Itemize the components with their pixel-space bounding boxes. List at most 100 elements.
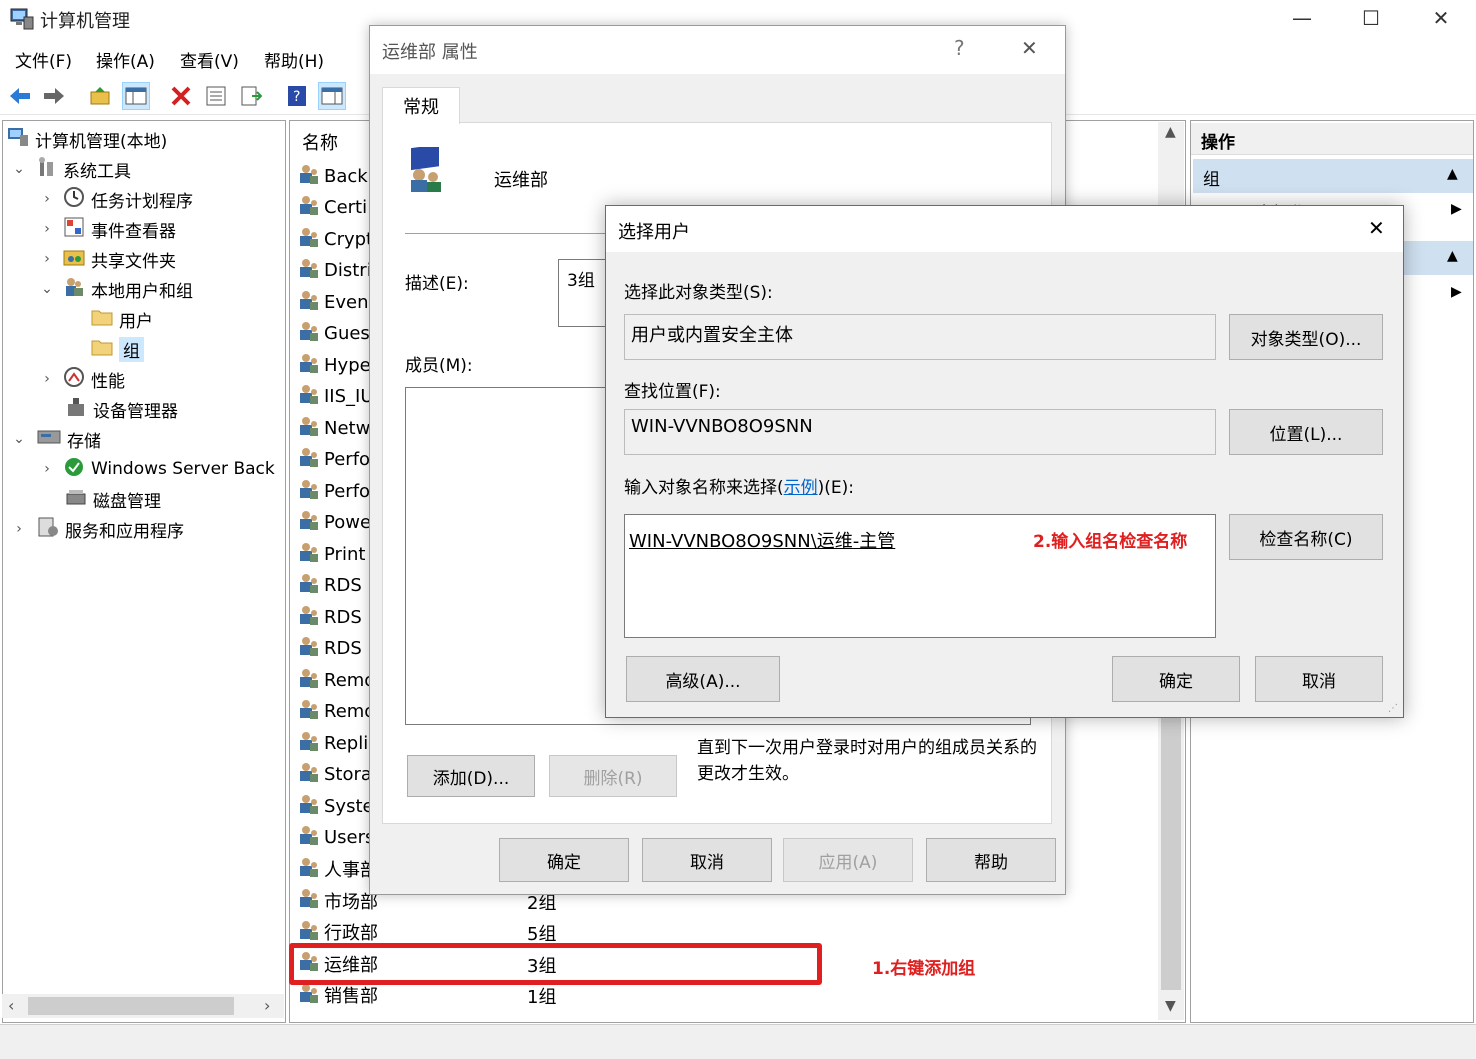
delete-icon[interactable] bbox=[167, 82, 195, 110]
cancel-button[interactable]: 取消 bbox=[1255, 656, 1383, 702]
group-icon bbox=[298, 289, 320, 316]
chevron-right-icon[interactable]: › bbox=[9, 521, 29, 537]
tree-item-task-scheduler[interactable]: › 任务计划程序 bbox=[37, 185, 193, 213]
list-item[interactable]: 市场部 bbox=[298, 886, 378, 916]
ok-button[interactable]: 确定 bbox=[499, 838, 629, 882]
menu-help[interactable]: 帮助(H) bbox=[264, 47, 324, 72]
list-item[interactable]: RDS I bbox=[298, 634, 373, 664]
storage-icon bbox=[37, 427, 61, 452]
console-tree: 计算机管理(本地) ⌄ 系统工具 › 任务计划程序 › 事件查看器 › 共享文件… bbox=[2, 120, 286, 1023]
tree-item-storage[interactable]: ⌄ 存储 bbox=[9, 425, 101, 453]
tree-item-performance[interactable]: › 性能 bbox=[37, 365, 125, 393]
list-item[interactable]: Perfo bbox=[298, 445, 370, 475]
chevron-right-icon[interactable]: › bbox=[37, 191, 57, 207]
tree-item-services-apps[interactable]: › 服务和应用程序 bbox=[9, 515, 184, 543]
list-item[interactable]: Event bbox=[298, 287, 376, 317]
collapse-up-icon[interactable]: ▲ bbox=[1447, 166, 1458, 182]
tree-item-event-viewer[interactable]: › 事件查看器 bbox=[37, 215, 176, 243]
object-types-button[interactable]: 对象类型(O)... bbox=[1229, 314, 1383, 360]
scroll-thumb[interactable] bbox=[28, 997, 234, 1015]
list-item[interactable]: Back bbox=[298, 161, 368, 191]
scroll-thumb[interactable] bbox=[1161, 690, 1181, 990]
back-icon[interactable] bbox=[6, 82, 34, 110]
tree-item-groups[interactable]: 组 bbox=[91, 335, 144, 363]
list-item[interactable]: 人事部 bbox=[298, 854, 378, 884]
properties-icon[interactable] bbox=[202, 82, 230, 110]
forward-icon[interactable] bbox=[40, 82, 68, 110]
advanced-button[interactable]: 高级(A)... bbox=[626, 656, 780, 702]
menu-file[interactable]: 文件(F) bbox=[15, 47, 72, 72]
locations-button[interactable]: 位置(L)... bbox=[1229, 409, 1383, 455]
export-list-icon[interactable] bbox=[237, 82, 265, 110]
chevron-down-icon[interactable]: ⌄ bbox=[9, 431, 29, 447]
chevron-right-icon[interactable]: › bbox=[37, 371, 57, 387]
help-dialog-button[interactable]: 帮助 bbox=[926, 838, 1056, 882]
list-item[interactable]: Remo bbox=[298, 697, 375, 727]
minimize-button[interactable]: — bbox=[1267, 0, 1337, 36]
remove-member-button[interactable]: 删除(R) bbox=[549, 755, 677, 797]
list-item[interactable]: Gues bbox=[298, 319, 370, 349]
examples-link[interactable]: 示例 bbox=[784, 478, 818, 498]
help-button[interactable]: ? bbox=[954, 36, 965, 60]
list-item[interactable]: Certi bbox=[298, 193, 367, 223]
list-item[interactable]: IIS_IU bbox=[298, 382, 374, 412]
action-pane-toggle-icon[interactable] bbox=[318, 82, 346, 110]
tree-item-windows-server-backup[interactable]: › Windows Server Back bbox=[37, 455, 275, 483]
scroll-down-icon[interactable]: ▼ bbox=[1165, 998, 1176, 1014]
group-icon bbox=[298, 667, 320, 694]
tree-item-system-tools[interactable]: ⌄ 系统工具 bbox=[9, 155, 131, 183]
tree-item-device-manager[interactable]: 设备管理器 bbox=[65, 395, 178, 423]
apply-button[interactable]: 应用(A) bbox=[783, 838, 913, 882]
tab-general[interactable]: 常规 bbox=[382, 87, 460, 124]
submenu-arrow-icon[interactable]: ▶ bbox=[1451, 201, 1462, 217]
scroll-right-icon[interactable]: › bbox=[264, 996, 270, 1015]
list-item[interactable]: Netw bbox=[298, 413, 370, 443]
maximize-button[interactable]: ☐ bbox=[1336, 0, 1406, 36]
list-item[interactable]: Crypt bbox=[298, 224, 373, 254]
add-member-button[interactable]: 添加(D)... bbox=[407, 755, 535, 797]
tree-horizontal-scrollbar[interactable]: ‹ › bbox=[2, 994, 284, 1018]
resize-grip-icon[interactable]: ⋰ bbox=[1388, 703, 1398, 714]
select-users-dialog: 选择用户 ✕ 选择此对象类型(S): 用户或内置安全主体 对象类型(O)... … bbox=[605, 205, 1404, 718]
help-icon[interactable]: ? bbox=[283, 82, 311, 110]
ok-button[interactable]: 确定 bbox=[1112, 656, 1240, 702]
tree-item-shared-folders[interactable]: › 共享文件夹 bbox=[37, 245, 176, 273]
list-item[interactable]: Stora bbox=[298, 760, 372, 790]
chevron-right-icon[interactable]: › bbox=[37, 461, 57, 477]
list-item[interactable]: Distri bbox=[298, 256, 372, 286]
tree-item-root[interactable]: 计算机管理(本地) bbox=[7, 125, 167, 153]
list-item[interactable]: Perfo bbox=[298, 476, 370, 506]
menu-action[interactable]: 操作(A) bbox=[96, 47, 155, 72]
close-button[interactable]: ✕ bbox=[1368, 216, 1385, 240]
show-hide-tree-icon[interactable] bbox=[122, 82, 150, 110]
column-header-name[interactable]: 名称 bbox=[302, 129, 338, 155]
close-button[interactable]: ✕ bbox=[1406, 0, 1476, 36]
group-name: Crypt bbox=[324, 228, 374, 250]
tree-item-users[interactable]: 用户 bbox=[91, 305, 153, 333]
list-item[interactable]: Repli bbox=[298, 728, 368, 758]
list-item[interactable]: RDS I bbox=[298, 602, 373, 632]
check-names-button[interactable]: 检查名称(C) bbox=[1229, 514, 1383, 560]
list-item[interactable]: Hype bbox=[298, 350, 371, 380]
list-item[interactable]: Powe bbox=[298, 508, 371, 538]
actions-section-group[interactable] bbox=[1193, 159, 1473, 193]
tree-item-local-users-groups[interactable]: ⌄ 本地用户和组 bbox=[37, 275, 193, 303]
list-item[interactable]: RDS I bbox=[298, 571, 373, 601]
cancel-button[interactable]: 取消 bbox=[642, 838, 772, 882]
list-item[interactable]: Syste bbox=[298, 791, 374, 821]
tree-item-disk-management[interactable]: 磁盘管理 bbox=[65, 485, 161, 513]
menu-view[interactable]: 查看(V) bbox=[180, 47, 239, 72]
chevron-right-icon[interactable]: › bbox=[37, 251, 57, 267]
chevron-down-icon[interactable]: ⌄ bbox=[9, 161, 29, 177]
list-item[interactable]: Print bbox=[298, 539, 365, 569]
list-item[interactable]: Remo bbox=[298, 665, 375, 695]
up-folder-icon[interactable] bbox=[86, 82, 114, 110]
chevron-down-icon[interactable]: ⌄ bbox=[37, 281, 57, 297]
close-button[interactable]: ✕ bbox=[1021, 36, 1038, 60]
chevron-right-icon[interactable]: › bbox=[37, 221, 57, 237]
collapse-up-icon[interactable]: ▲ bbox=[1447, 248, 1458, 264]
submenu-arrow-icon[interactable]: ▶ bbox=[1451, 284, 1462, 300]
scroll-left-icon[interactable]: ‹ bbox=[8, 996, 14, 1015]
scroll-up-icon[interactable]: ▲ bbox=[1165, 124, 1176, 140]
list-item[interactable]: Users bbox=[298, 823, 374, 853]
